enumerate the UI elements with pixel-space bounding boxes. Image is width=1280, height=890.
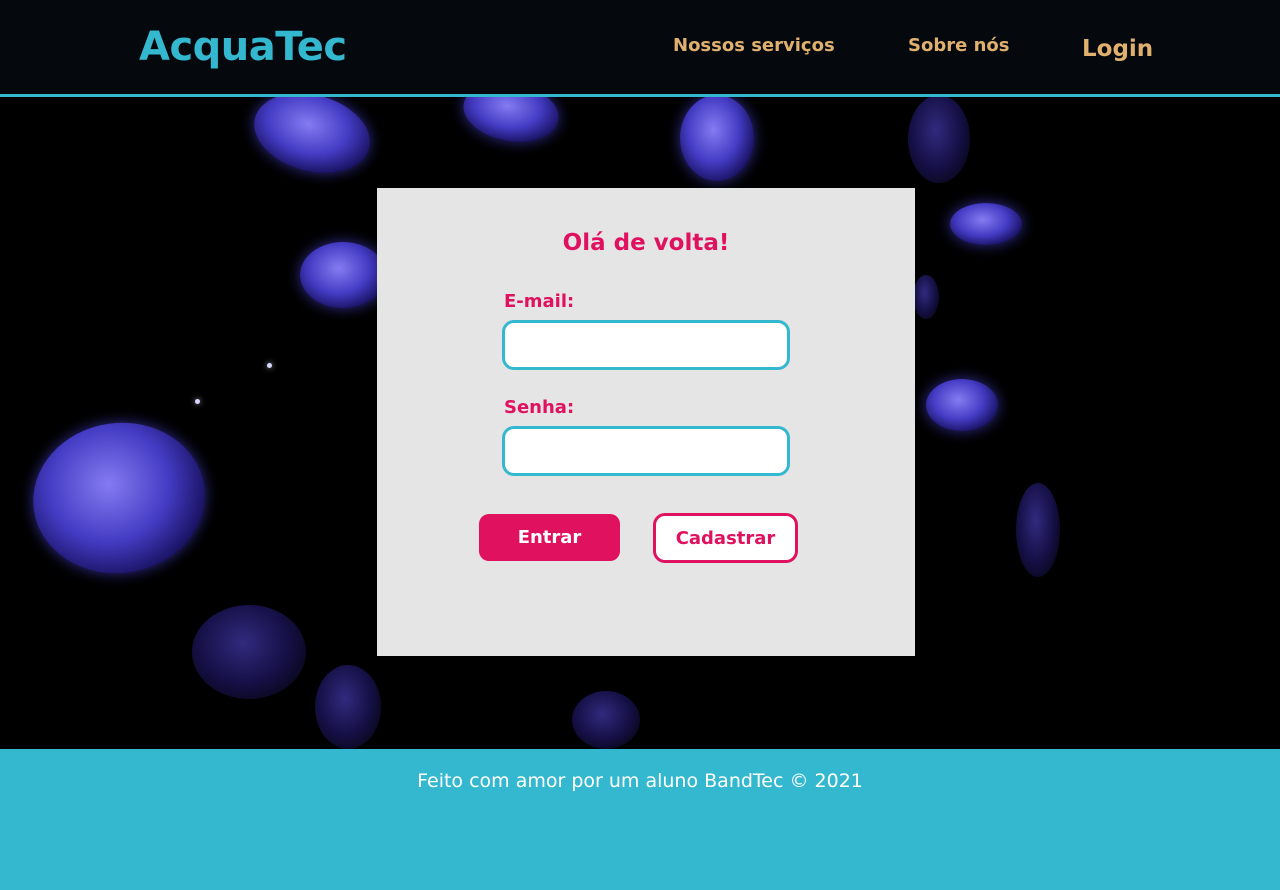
password-field[interactable] [502, 426, 790, 476]
footer-credit: Feito com amor por um aluno BandTec © 20… [417, 770, 863, 792]
particle-dot [267, 363, 272, 368]
jellyfish-image [926, 379, 998, 431]
nav-link-services[interactable]: Nossos serviços [673, 34, 835, 58]
site-header: AcquaTec Nossos serviços Sobre nós Login [0, 0, 1280, 97]
site-footer: Feito com amor por um aluno BandTec © 20… [0, 749, 1280, 890]
jellyfish-image [572, 691, 640, 749]
jellyfish-image [913, 275, 939, 319]
jellyfish-image [458, 97, 564, 149]
jellyfish-image [950, 203, 1022, 245]
jellyfish-image [680, 97, 754, 181]
jellyfish-image [245, 97, 379, 185]
particle-dot [195, 399, 200, 404]
brand-logo[interactable]: AcquaTec [139, 22, 347, 72]
login-title: Olá de volta! [562, 230, 730, 256]
email-label: E-mail: [504, 291, 575, 312]
login-card: Olá de volta! E-mail: Senha: Entrar Cada… [377, 188, 915, 656]
jellyfish-image [908, 97, 970, 183]
jellyfish-image [315, 665, 381, 749]
jellyfish-image [192, 605, 306, 699]
email-field[interactable] [502, 320, 790, 370]
jellyfish-image [300, 242, 386, 308]
enter-button[interactable]: Entrar [479, 514, 620, 561]
nav-link-about[interactable]: Sobre nós [908, 34, 1009, 58]
register-button[interactable]: Cadastrar [653, 513, 798, 563]
jellyfish-image [1016, 483, 1060, 577]
password-label: Senha: [504, 397, 575, 418]
jellyfish-image [23, 411, 215, 585]
nav-link-login[interactable]: Login [1082, 34, 1153, 64]
